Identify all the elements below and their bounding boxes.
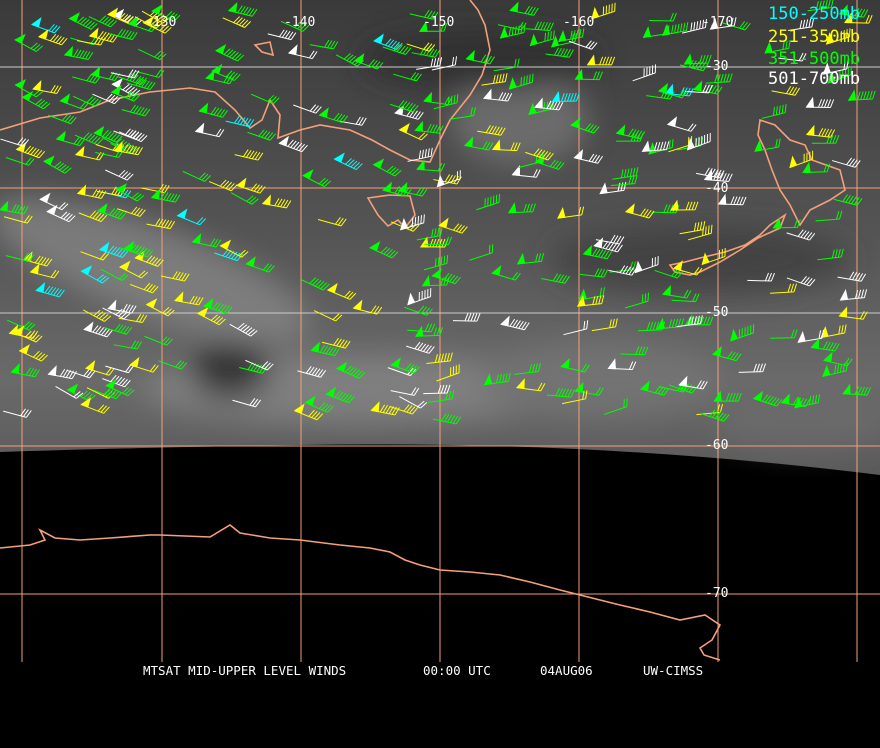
lat-label: -60 (705, 438, 729, 453)
satellite-wind-map: -130 -140 -150 -160 -170 -30 -40 -50 -60… (0, 0, 880, 680)
lon-label: -160 (563, 15, 595, 30)
lat-label: -40 (705, 181, 729, 196)
legend-351-500mb: 351-500mb (768, 49, 861, 69)
valid-time: 00:00 UTC (423, 663, 491, 678)
credit: UW-CIMSS (643, 663, 704, 678)
lat-label: -50 (705, 305, 729, 320)
lon-label: -130 (145, 15, 177, 30)
antarctica-coast (0, 524, 722, 661)
legend-150-250mb: 150-250mb (768, 4, 861, 24)
footer-caption: MTSAT MID-UPPER LEVEL WINDS 00:00 UTC 04… (0, 664, 880, 678)
legend-251-350mb: 251-350mb (768, 27, 861, 47)
lon-label: -170 (702, 15, 734, 30)
lat-label: -30 (705, 59, 729, 74)
legend-501-700mb: 501-700mb (768, 69, 861, 89)
product-title: MTSAT MID-UPPER LEVEL WINDS (143, 663, 347, 678)
map-canvas (0, 0, 880, 662)
lat-label: -70 (705, 586, 729, 601)
lon-label: -140 (284, 15, 316, 30)
valid-date: 04AUG06 (540, 663, 593, 678)
lon-label: -150 (423, 15, 455, 30)
